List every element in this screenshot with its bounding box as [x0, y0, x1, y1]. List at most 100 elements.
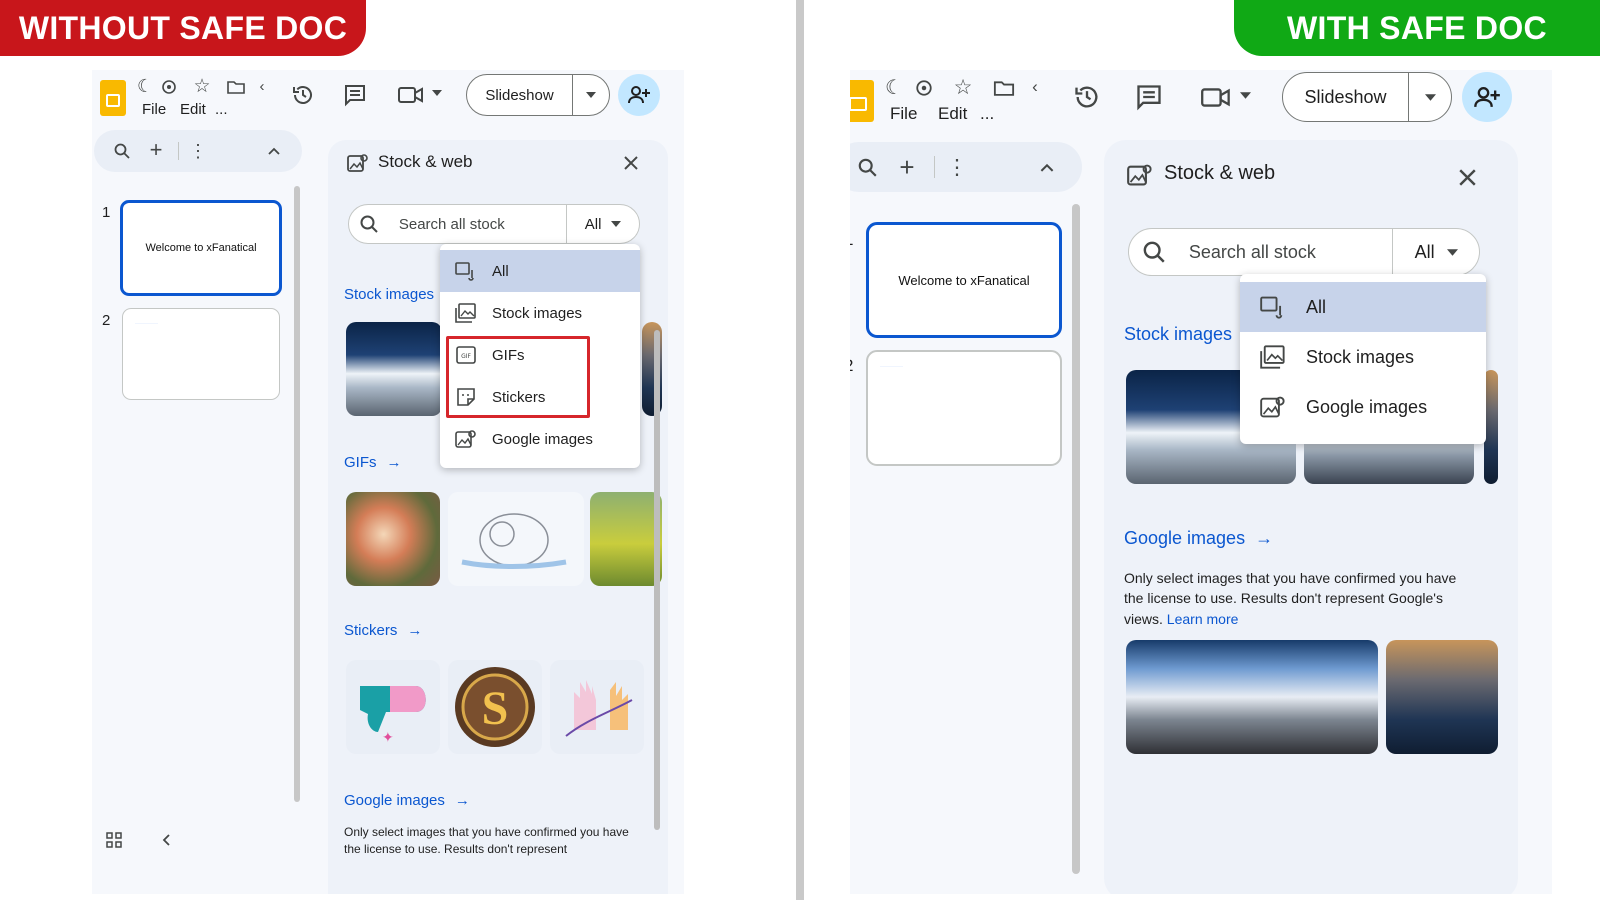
edit-menu[interactable]: Edit	[180, 101, 206, 118]
moon-icon[interactable]: ☾	[137, 76, 153, 96]
partial-icon: ‹	[1032, 77, 1038, 96]
section-gifs-label: GIFs	[344, 454, 377, 471]
toolbar-separator	[934, 156, 935, 178]
panel-scrollbar[interactable]	[654, 330, 660, 830]
stock-search-input[interactable]: Search all stock	[1179, 242, 1392, 263]
filter-option-stock-images[interactable]: Stock images	[440, 292, 640, 334]
section-gifs[interactable]: GIFs →	[344, 454, 402, 471]
stock-web-panel: Stock & web Search all stock All Stock i…	[328, 140, 668, 894]
stock-search-input[interactable]: Search all stock	[389, 216, 566, 233]
more-vert-icon[interactable]: ⋮	[946, 154, 968, 180]
move-folder-icon[interactable]	[226, 78, 246, 96]
section-google-images[interactable]: Google images →	[344, 792, 470, 809]
search-icon[interactable]	[112, 141, 132, 161]
close-icon[interactable]	[1454, 164, 1480, 190]
license-note: Only select images that you have confirm…	[344, 825, 629, 857]
gif-tile[interactable]	[346, 492, 440, 586]
share-button[interactable]	[618, 74, 660, 116]
sticker-tile[interactable]: S	[448, 660, 542, 754]
meet-video-icon[interactable]	[398, 82, 424, 108]
filter-select[interactable]: All	[567, 216, 639, 233]
learn-more-link[interactable]: Learn more	[1167, 611, 1239, 627]
slides-logo-icon[interactable]	[850, 80, 874, 122]
add-person-icon	[628, 86, 650, 104]
section-stock-images[interactable]: Stock images	[344, 286, 434, 303]
filter-option-all-label: All	[492, 262, 509, 280]
filter-option-all-label: All	[1306, 296, 1327, 317]
slides-logo-icon[interactable]	[100, 80, 126, 116]
collapse-panel-icon[interactable]	[156, 830, 176, 850]
svg-text:✦: ✦	[382, 729, 394, 745]
collapse-up-icon[interactable]	[1036, 157, 1058, 177]
filter-dropdown-icon	[611, 221, 622, 227]
slide-thumbnail-1[interactable]: Welcome to xFanatical	[120, 200, 282, 296]
more-menus[interactable]: ...	[215, 101, 228, 118]
sticker-tile[interactable]	[550, 660, 644, 754]
star-icon[interactable]: ☆	[952, 76, 974, 99]
filter-option-google-images[interactable]: Google images	[440, 418, 640, 460]
filmstrip-toolbar: + ⋮	[94, 130, 302, 172]
add-slide-icon[interactable]: +	[146, 137, 166, 162]
gif-tile[interactable]	[590, 492, 662, 586]
collapse-up-icon[interactable]	[264, 142, 284, 160]
sticker-tile[interactable]: ✦	[346, 660, 440, 754]
with-safe-doc-banner: WITH SAFE DOC	[1234, 0, 1600, 56]
slide-thumbnail-2[interactable]: ·······················	[122, 308, 280, 400]
meet-dropdown-icon[interactable]	[430, 86, 444, 100]
move-folder-icon[interactable]	[992, 78, 1016, 98]
add-slide-icon[interactable]: +	[896, 152, 918, 182]
slideshow-button[interactable]: Slideshow	[467, 87, 572, 104]
stock-search-box: Search all stock All	[1128, 228, 1480, 276]
section-stickers[interactable]: Stickers →	[344, 622, 422, 639]
google-image-tile[interactable]	[1386, 640, 1498, 754]
search-icon[interactable]	[856, 156, 878, 178]
file-menu[interactable]: File	[142, 101, 166, 118]
stock-search-box: Search all stock All	[348, 204, 640, 244]
slide-thumbnail-2[interactable]: ·······················	[866, 350, 1062, 466]
gif-tile[interactable]	[448, 492, 584, 586]
filter-option-stock-images[interactable]: Stock images	[1240, 332, 1486, 382]
all-media-icon	[1240, 282, 1306, 332]
comparison-divider	[796, 0, 804, 900]
filmstrip-scrollbar[interactable]	[294, 186, 300, 802]
comments-icon[interactable]	[342, 82, 368, 108]
filter-select[interactable]: All	[1393, 242, 1479, 263]
more-vert-icon[interactable]: ⋮	[188, 140, 208, 162]
share-button[interactable]	[1462, 72, 1512, 122]
version-history-icon[interactable]	[1072, 82, 1102, 112]
slide-number-2: 2	[850, 356, 853, 376]
star-icon[interactable]: ☆	[192, 76, 212, 97]
meet-dropdown-icon[interactable]	[1238, 88, 1252, 102]
meet-video-icon[interactable]	[1200, 82, 1232, 112]
filter-value: All	[584, 215, 602, 233]
image-search-icon	[440, 418, 492, 460]
cloud-status-icon[interactable]	[160, 78, 178, 96]
cloud-status-icon[interactable]	[914, 78, 934, 98]
edit-menu[interactable]: Edit	[938, 104, 967, 124]
slideshow-dropdown-icon[interactable]	[573, 92, 609, 98]
section-google-images[interactable]: Google images →	[1124, 528, 1273, 549]
comments-icon[interactable]	[1134, 82, 1164, 112]
highlight-box	[446, 336, 590, 418]
version-history-icon[interactable]	[290, 82, 316, 108]
stock-image-tile[interactable]	[1484, 370, 1498, 484]
close-icon[interactable]	[620, 152, 642, 174]
slideshow-dropdown-icon[interactable]	[1409, 93, 1451, 101]
stock-web-panel: Stock & web Search all stock All Stock i…	[1104, 140, 1518, 894]
right-slides-window: ☾ ☆ ‹ File Edit ... Slideshow + ⋮ Welcom…	[850, 70, 1552, 894]
filmstrip-scrollbar[interactable]	[1072, 204, 1080, 874]
slide-thumbnail-1[interactable]: Welcome to xFanatical	[866, 222, 1062, 338]
filter-option-google-images[interactable]: Google images	[1240, 382, 1486, 432]
filter-option-all[interactable]: All	[1240, 282, 1486, 332]
slideshow-button[interactable]: Slideshow	[1283, 87, 1408, 108]
google-image-tile[interactable]	[1126, 640, 1378, 754]
slideshow-button-group: Slideshow	[1282, 72, 1452, 122]
section-stock-images[interactable]: Stock images	[1124, 324, 1232, 345]
grid-view-icon[interactable]	[104, 830, 124, 850]
slide-number-1: 1	[102, 204, 111, 221]
moon-icon[interactable]: ☾	[885, 76, 903, 99]
more-menus[interactable]: ...	[980, 104, 994, 124]
filter-option-all[interactable]: All	[440, 250, 640, 292]
stock-image-tile[interactable]	[346, 322, 442, 416]
file-menu[interactable]: File	[890, 104, 917, 124]
